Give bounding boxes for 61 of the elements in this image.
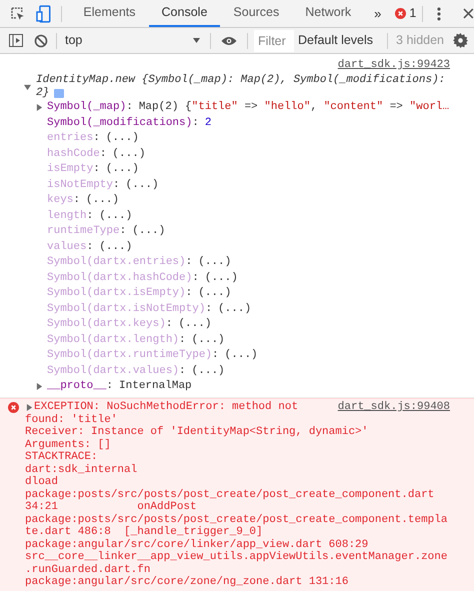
error-text: dart:sdk_internal	[25, 462, 138, 476]
property-row[interactable]: isEmpty: (...)	[47, 161, 139, 178]
log-levels-dropdown[interactable]: Default levels	[298, 31, 374, 50]
error-text: src__core__linker__app_view_utils.appViewUtils.eventManager.zone	[25, 550, 448, 564]
property-row[interactable]: Symbol(dartx.isEmpty): (...)	[47, 285, 232, 302]
panel-tab[interactable]: Sources	[220, 0, 292, 27]
property-row[interactable]: Symbol(dartx.isNotEmpty): (...)	[47, 300, 252, 317]
hidden-count: 3 hidden	[396, 32, 444, 50]
property-row[interactable]: Symbol(_map): Map(2) {"title" => "hello", "content" => "worl…	[47, 99, 450, 116]
expand-arrow-icon[interactable]	[36, 382, 43, 390]
more-options-icon[interactable]	[437, 6, 442, 20]
error-text: package:angular/src/core/linker/app_view.dart 608:29	[25, 538, 368, 551]
property-row[interactable]: Symbol(dartx.entries): (...)	[47, 254, 232, 270]
property-row[interactable]: __proto__: InternalMap	[47, 378, 192, 394]
error-text: .runGuarded.dart.fn	[25, 562, 150, 576]
property-row[interactable]: Symbol(dartx.keys): (...)	[47, 316, 212, 332]
error-text: EXCEPTION: NoSuchMethodError: method not	[34, 400, 298, 414]
error-text: package:posts/src/posts/post_create/post_create_component.templa	[25, 512, 448, 526]
error-text: Receiver: Instance of 'IdentityMap<String, dynamic>'	[25, 425, 368, 439]
property-row[interactable]: runtimeType: (...)	[47, 223, 166, 240]
error-text: te.dart 486:8 [_handle_trigger_9_0]	[25, 525, 263, 539]
expand-arrow-icon[interactable]	[36, 104, 43, 111]
clear-console-icon[interactable]	[34, 34, 48, 48]
property-row[interactable]: Symbol(dartx.length): (...)	[47, 332, 225, 348]
context-select[interactable]: top	[65, 31, 200, 50]
property-row[interactable]: length: (...)	[47, 208, 132, 224]
dropdown-icon	[193, 38, 200, 43]
sidebar-toggle-icon[interactable]	[9, 34, 23, 47]
eye-icon[interactable]	[221, 36, 237, 46]
filter-field[interactable]: Filter	[254, 30, 294, 52]
property-row[interactable]: hashCode: (...)	[47, 146, 146, 162]
property-row[interactable]: isNotEmpty: (...)	[47, 176, 159, 193]
error-icon	[395, 8, 406, 19]
error-text: Arguments: []	[25, 438, 111, 452]
error-text: package:angular/src/core/zone/ng_zone.dart 131:16	[25, 575, 348, 590]
error-count[interactable]: 1	[409, 4, 416, 23]
property-row[interactable]: keys: (...)	[47, 192, 120, 208]
panel-tab[interactable]: Network	[292, 0, 364, 27]
inspect-icon[interactable]	[10, 6, 26, 22]
property-row[interactable]: Symbol(dartx.hashCode): (...)	[47, 270, 238, 286]
device-toolbar-icon[interactable]	[36, 4, 52, 22]
panel-tab[interactable]: Elements	[70, 0, 149, 27]
more-tabs-button[interactable]: »	[374, 4, 382, 24]
property-row[interactable]: Symbol(dartx.values): (...)	[47, 362, 225, 379]
error-text: STACKTRACE:	[25, 450, 98, 464]
object-summary[interactable]: IdentityMap.new {Symbol(_map): Map(2), Symbol(_modifications): 2}	[36, 74, 450, 100]
property-row[interactable]: Symbol(dartx.runtimeType): (...)	[47, 347, 258, 364]
settings-icon[interactable]	[453, 33, 468, 48]
error-text: 34:21 onAddPost	[25, 500, 197, 514]
source-link[interactable]: dart_sdk.js:99408	[338, 399, 450, 416]
error-text: package:posts/src/posts/post_create/post_create_component.dart	[25, 488, 434, 501]
error-icon	[8, 402, 19, 413]
error-text: found: 'title'	[25, 412, 118, 426]
property-row[interactable]: Symbol(_modifications): 2	[47, 114, 212, 131]
error-text: dload	[25, 475, 58, 489]
expand-arrow-icon[interactable]	[26, 404, 33, 411]
property-row[interactable]: entries: (...)	[47, 130, 139, 146]
close-icon[interactable]	[463, 8, 474, 19]
property-row[interactable]: values: (...)	[47, 238, 132, 255]
source-link[interactable]: dart_sdk.js:99423	[338, 57, 450, 74]
collapse-arrow-icon[interactable]	[24, 84, 31, 90]
